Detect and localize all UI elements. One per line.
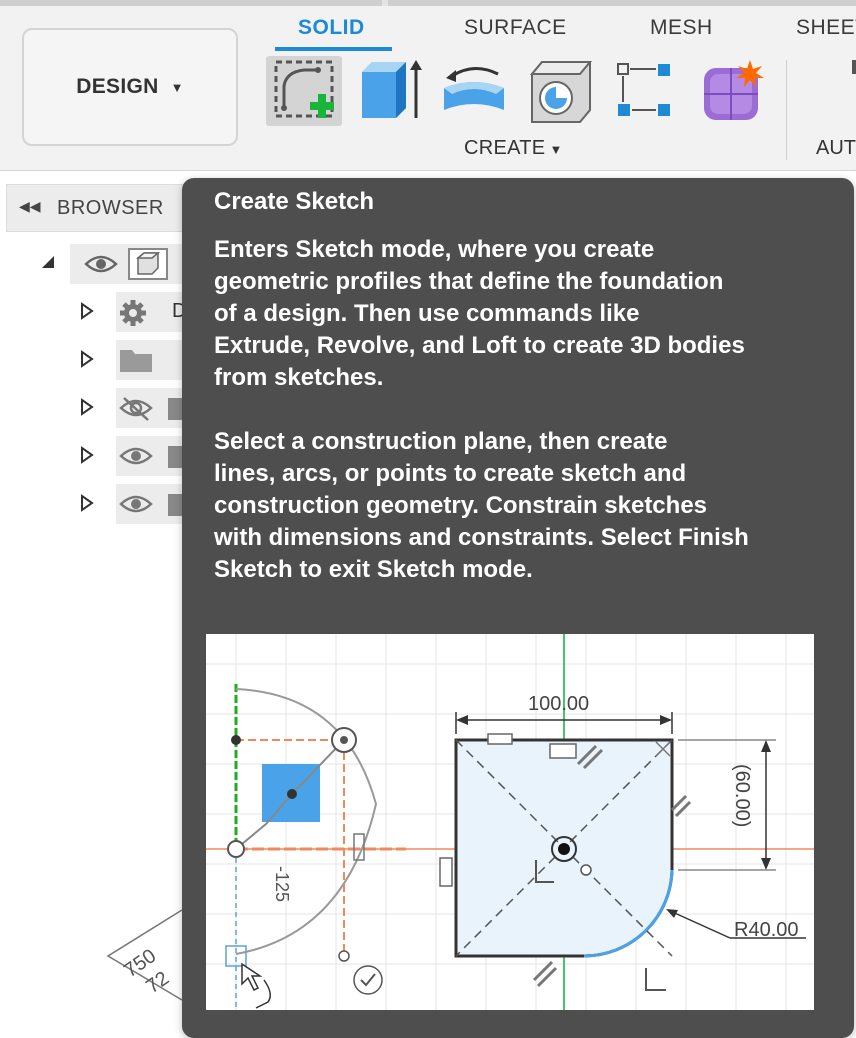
tree-row-bodies[interactable] <box>0 484 196 524</box>
canvas-dimension-glyph: 750 72 <box>106 909 183 1001</box>
tab-mesh[interactable]: MESH <box>650 16 713 40</box>
create-sketch-icon <box>274 60 334 118</box>
tree-row-named-views[interactable] <box>0 340 196 380</box>
collapsed-triangle-icon[interactable] <box>80 302 94 320</box>
width-dimension: 100.00 <box>528 693 589 715</box>
tooltip-line: Enters Sketch mode, where you create <box>214 236 655 263</box>
tree-row-origin[interactable] <box>0 388 196 428</box>
tab-solid[interactable]: SOLID <box>298 16 365 40</box>
tooltip-line: Extrude, Revolve, and Loft to create 3D … <box>214 332 745 359</box>
hole-button[interactable] <box>526 56 598 126</box>
tooltip-line: with dimensions and constraints. Select … <box>214 524 749 551</box>
collapsed-triangle-icon[interactable] <box>80 494 94 512</box>
tooltip-line: lines, arcs, or points to create sketch … <box>214 460 687 487</box>
expanded-triangle-icon[interactable] <box>42 256 54 268</box>
tab-surface[interactable]: SURFACE <box>464 16 567 40</box>
tooltip-description: Enters Sketch mode, where you create geo… <box>214 234 824 394</box>
tree-row-sketches[interactable] <box>0 436 196 476</box>
tooltip-line: from sketches. <box>214 364 384 391</box>
sketch-illustration-graphic: -125 100.00 (60.00) R40.00 <box>206 634 814 1010</box>
create-menu-button[interactable]: CREATE ▼ <box>464 137 563 160</box>
tooltip-instructions: Select a construction plane, then create… <box>214 426 824 586</box>
collapsed-triangle-icon[interactable] <box>80 398 94 416</box>
tab-sheet[interactable]: SHEET <box>796 16 856 40</box>
rectangular-pattern-button[interactable] <box>610 56 680 126</box>
height-dimension: (60.00) <box>731 764 753 827</box>
folder-icon <box>168 494 182 516</box>
tooltip-line: of a design. Then use commands like <box>214 300 640 327</box>
radius-dimension: R40.00 <box>734 919 799 941</box>
collapsed-triangle-icon[interactable] <box>80 446 94 464</box>
eye-hidden-icon[interactable] <box>118 394 154 422</box>
sketch-illustration: -125 100.00 (60.00) R40.00 <box>206 634 814 1010</box>
chevron-down-icon: ▼ <box>170 79 184 95</box>
eye-icon[interactable] <box>118 442 154 470</box>
workspace-switcher-button[interactable]: DESIGN ▼ <box>22 28 238 146</box>
folder-icon <box>168 398 182 420</box>
automate-menu-button[interactable]: AUT <box>816 137 856 160</box>
hole-icon <box>529 61 593 123</box>
collapse-panel-icon[interactable]: ◀◀ <box>19 198 41 215</box>
offset-dimension: -125 <box>272 866 292 902</box>
extrude-icon <box>362 60 422 118</box>
collapsed-triangle-icon[interactable] <box>80 350 94 368</box>
window-top-strip <box>0 0 856 6</box>
tooltip-line: geometric profiles that define the found… <box>214 268 724 295</box>
eye-icon[interactable] <box>118 490 154 518</box>
more-tools-marker <box>852 60 856 74</box>
revolve-button[interactable] <box>438 56 512 126</box>
folder-icon <box>120 350 152 372</box>
create-sketch-button[interactable] <box>266 56 342 126</box>
browser-title: BROWSER <box>57 197 164 219</box>
workspace-label: DESIGN <box>76 75 159 98</box>
tooltip-line: construction geometry. Constrain sketche… <box>214 492 708 519</box>
group-divider <box>786 60 787 160</box>
tree-row-document-settings[interactable]: D <box>0 292 196 332</box>
tooltip-line: Sketch to exit Sketch mode. <box>214 556 533 583</box>
eye-icon[interactable] <box>84 252 118 276</box>
active-tab-indicator <box>275 47 392 51</box>
create-form-button[interactable] <box>698 56 768 126</box>
toolbar: DESIGN ▼ SOLID SURFACE MESH SHEET <box>0 0 856 171</box>
browser-header[interactable]: ◀◀ BROWSER <box>6 184 196 232</box>
create-sketch-tooltip: Create Sketch Enters Sketch mode, where … <box>182 178 854 1038</box>
create-menu-label: CREATE <box>464 137 546 159</box>
component-icon <box>128 248 168 280</box>
caret-down-icon: ▼ <box>549 142 563 157</box>
extrude-button[interactable] <box>354 56 428 126</box>
folder-icon <box>168 446 182 468</box>
form-icon <box>704 60 764 120</box>
tooltip-line: Select a construction plane, then create <box>214 428 668 455</box>
tooltip-title: Create Sketch <box>214 188 375 215</box>
revolve-icon <box>444 67 504 110</box>
gear-icon <box>120 300 146 326</box>
pattern-icon <box>617 63 670 116</box>
tree-row-root[interactable] <box>0 244 196 284</box>
